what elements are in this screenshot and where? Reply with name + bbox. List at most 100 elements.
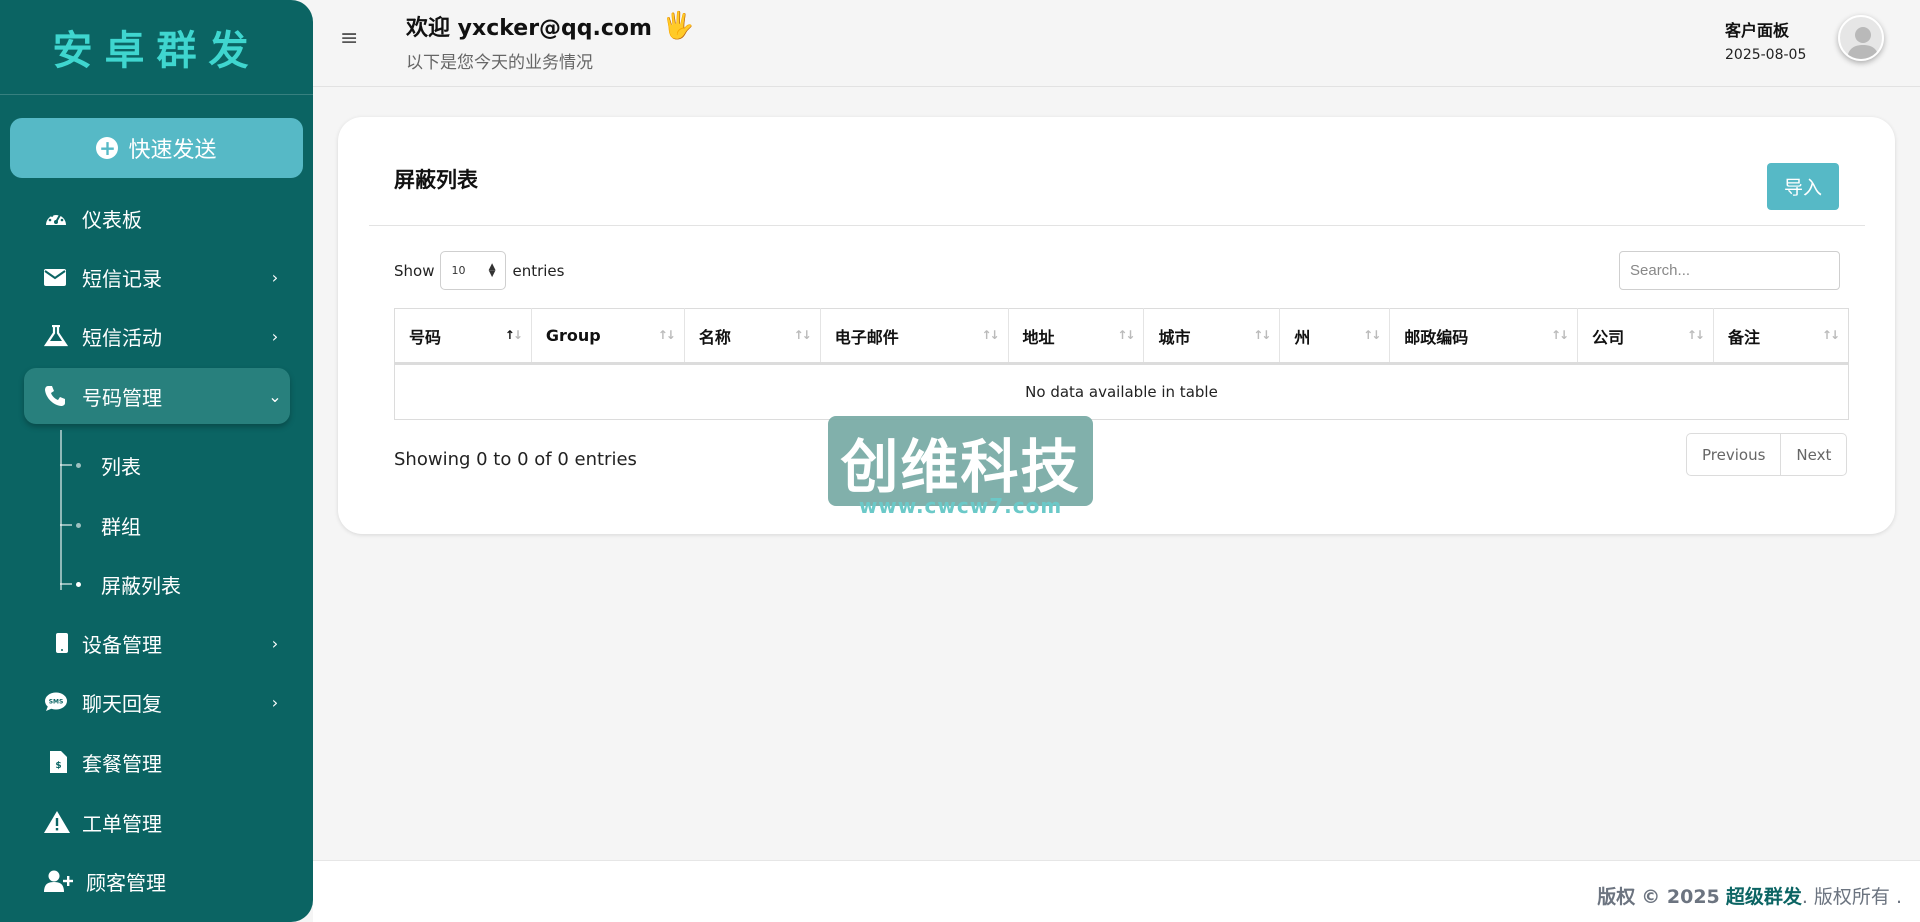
sms-bubble-icon: SMS — [44, 692, 78, 712]
sort-icon: ↑↓ — [793, 328, 812, 342]
column-header-number[interactable]: 号码 ↑↓ — [394, 308, 532, 365]
column-header-company[interactable]: 公司 ↑↓ — [1577, 308, 1714, 365]
table-info: Showing 0 to 0 of 0 entries — [394, 449, 637, 470]
sort-icon: ↑↓ — [1253, 328, 1271, 342]
sidebar: 安卓群发 + 快速发送 仪表板 短信记录 › 短信活动 › 号码管理 ⌄ 列表 — [0, 0, 313, 922]
sidebar-item-chat-reply[interactable]: SMS 聊天回复 › — [24, 674, 290, 730]
sidebar-item-label: 短信活动 — [82, 325, 162, 350]
subnav-item-label: 屏蔽列表 — [101, 573, 181, 598]
subnav-item-list[interactable]: 列表 — [60, 445, 141, 485]
welcome-subtitle: 以下是您今天的业务情况 — [406, 53, 593, 73]
pagination: Previous Next — [1686, 433, 1848, 476]
column-header-email[interactable]: 电子邮件 ↑↓ — [820, 308, 1009, 365]
waving-hand-icon: 🖐 — [661, 11, 695, 41]
sidebar-item-label: 工单管理 — [82, 811, 162, 836]
sort-icon: ↑↓ — [1117, 328, 1135, 342]
menu-toggle-icon[interactable]: ≡ — [340, 26, 358, 51]
svg-text:$: $ — [55, 761, 61, 771]
gauge-icon — [44, 208, 78, 228]
column-header-label: 号码 — [409, 327, 442, 347]
show-label: Show — [394, 261, 435, 280]
sidebar-item-sms-records[interactable]: 短信记录 › — [24, 249, 290, 305]
welcome-heading: 欢迎 yxcker@qq.com 🖐 — [406, 10, 694, 42]
page-length-select[interactable]: 10 ▲ ▼ — [440, 251, 507, 290]
sidebar-item-label: 套餐管理 — [82, 751, 162, 776]
column-header-notes[interactable]: 备注 ↑↓ — [1713, 308, 1849, 365]
header-user-info: 客户面板 2025-08-05 — [1725, 17, 1806, 63]
column-header-city[interactable]: 城市 ↑↓ — [1143, 308, 1281, 365]
avatar[interactable] — [1838, 15, 1884, 61]
brand-logo[interactable]: 安卓群发 — [0, 0, 313, 95]
page-length-control: Show 10 ▲ ▼ entries — [394, 251, 564, 290]
sort-icon: ↑↓ — [981, 328, 999, 342]
search-input[interactable] — [1619, 251, 1840, 290]
sidebar-item-sms-campaigns[interactable]: 短信活动 › — [24, 308, 290, 364]
sidebar-item-label: 聊天回复 — [82, 691, 162, 716]
header-divider — [313, 86, 1920, 87]
sidebar-item-ticket-management[interactable]: 工单管理 — [24, 794, 290, 850]
warning-icon — [44, 811, 78, 833]
sidebar-item-label: 号码管理 — [82, 385, 162, 410]
column-header-group[interactable]: Group ↑↓ — [531, 308, 685, 365]
sidebar-item-package-management[interactable]: $ 套餐管理 — [24, 734, 290, 790]
sidebar-item-label: 短信记录 — [82, 266, 162, 291]
table-row: No data available in table — [395, 364, 1849, 420]
subnav-item-label: 群组 — [101, 514, 141, 539]
sidebar-item-label: 仪表板 — [82, 207, 142, 232]
sidebar-item-label: 设备管理 — [82, 632, 162, 657]
chevron-right-icon: › — [271, 692, 279, 712]
chevron-down-icon: ⌄ — [268, 386, 282, 406]
column-header-state[interactable]: 州 ↑↓ — [1279, 308, 1391, 365]
column-header-label: Group — [545, 326, 601, 345]
watermark-url: www.cwcw7.com — [858, 494, 1063, 518]
column-header-label: 州 — [1294, 327, 1311, 347]
current-date: 2025-08-05 — [1725, 47, 1807, 63]
panel-label: 客户面板 — [1725, 21, 1790, 40]
sidebar-item-device-management[interactable]: 设备管理 › — [24, 615, 290, 671]
brand-link[interactable]: 超级群发 — [1726, 886, 1802, 908]
column-header-postal-code[interactable]: 邮政编码 ↑↓ — [1389, 308, 1579, 365]
previous-page-button[interactable]: Previous — [1687, 434, 1780, 475]
tree-branch — [60, 524, 72, 526]
chevron-right-icon: › — [271, 326, 279, 346]
subnav-item-blocklist[interactable]: 屏蔽列表 — [60, 564, 181, 604]
chevron-right-icon: › — [271, 267, 279, 287]
column-header-name[interactable]: 名称 ↑↓ — [684, 308, 821, 365]
user-silhouette-icon — [1847, 27, 1879, 59]
copyright-suffix: . 版权所有 . — [1801, 886, 1902, 908]
copyright-prefix: 版权 — [1597, 886, 1636, 908]
subnav-item-groups[interactable]: 群组 — [60, 505, 141, 545]
sort-asc-icon: ↑↓ — [504, 328, 523, 342]
column-header-label: 电子邮件 — [834, 327, 899, 347]
sidebar-item-number-management[interactable]: 号码管理 ⌄ — [24, 368, 290, 424]
sidebar-item-dashboard[interactable]: 仪表板 — [24, 190, 290, 246]
sidebar-item-customer-management[interactable]: 顾客管理 — [24, 853, 290, 909]
bullet-dot — [76, 581, 81, 587]
next-page-button[interactable]: Next — [1780, 434, 1846, 475]
sort-icon: ↑↓ — [1686, 328, 1705, 342]
quick-send-button[interactable]: + 快速发送 — [10, 118, 303, 178]
blocklist-table: 号码 ↑↓ Group ↑↓ 名称 ↑↓ 电子邮件 ↑↓ 地址 ↑↓ 城市 ↑↓ 州 ↑↓ 邮… — [394, 308, 1849, 420]
flask-icon — [44, 325, 78, 347]
page-title: 屏蔽列表 — [394, 168, 478, 192]
column-header-label: 名称 — [698, 327, 731, 347]
svg-text:SMS: SMS — [49, 699, 64, 706]
column-header-address[interactable]: 地址 ↑↓ — [1008, 308, 1145, 365]
copyright-text: 版权 © 2025 超级群发. 版权所有 . — [1597, 882, 1902, 909]
watermark-text: 创维科技 — [840, 433, 1081, 501]
sort-icon: ↑↓ — [1363, 328, 1381, 342]
bullet-dot — [76, 522, 81, 528]
page-length-value: 10 — [451, 264, 466, 277]
bullet-dot — [76, 462, 81, 468]
tree-branch — [60, 583, 72, 585]
import-button[interactable]: 导入 — [1767, 163, 1839, 210]
column-header-label: 备注 — [1727, 327, 1760, 347]
sort-icon: ↑↓ — [1550, 328, 1569, 342]
select-arrows-icon: ▲ ▼ — [488, 261, 496, 279]
chevron-right-icon: › — [271, 633, 279, 653]
sort-icon: ↑↓ — [1821, 328, 1840, 342]
watermark: 创维科技 www.cwcw7.com — [828, 416, 1093, 518]
quick-send-label: 快速发送 — [128, 138, 217, 163]
subnav-item-label: 列表 — [101, 454, 141, 479]
entries-label: entries — [512, 261, 565, 280]
